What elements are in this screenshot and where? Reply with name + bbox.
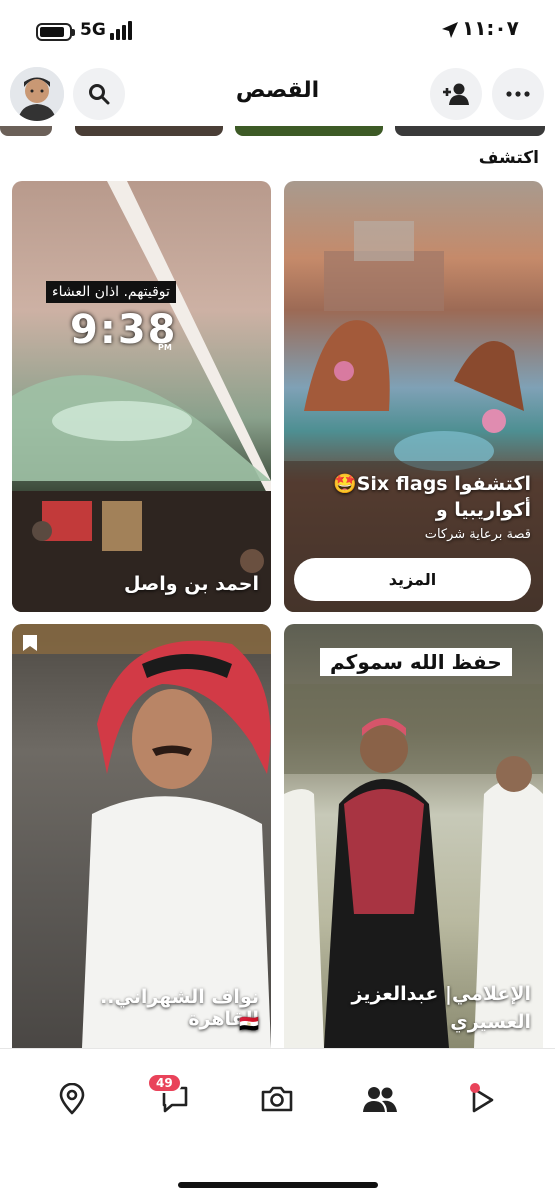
nav-friends[interactable] <box>360 1079 400 1119</box>
status-bar: 5G ١١:٠٧ <box>0 0 555 62</box>
overlay-caption-text: حفظ الله سموكم <box>320 648 512 676</box>
overlay-time-suffix: PM <box>158 343 172 352</box>
battery-icon <box>36 23 75 41</box>
story-thumb[interactable] <box>0 126 52 136</box>
status-time: ١١:٠٧ <box>462 16 519 40</box>
location-arrow-icon <box>442 22 458 38</box>
chat-badge: 49 <box>147 1073 182 1093</box>
nav-chat[interactable]: 49 <box>147 1073 195 1119</box>
story-card-six-flags[interactable]: اكتشفوا Six flags🤩 أكواريبيا و قصة برعاي… <box>284 181 543 612</box>
card-caption: احمد بن واصل <box>123 573 259 595</box>
story-thumb[interactable] <box>235 126 383 136</box>
more-icon <box>506 91 530 97</box>
camera-icon <box>261 1086 293 1112</box>
prayer-time-label: توقيتهم. اذان العشاء <box>46 281 176 303</box>
bottom-nav: 49 <box>0 1048 555 1200</box>
top-header: القصص <box>0 62 555 126</box>
nav-camera[interactable] <box>257 1079 297 1119</box>
card-headline: اكتشفوا Six flags🤩 أكواريبيا و <box>333 473 531 521</box>
flag-emoji: 🇪🇬 <box>239 1014 259 1033</box>
map-pin-icon <box>59 1083 85 1115</box>
nav-stories[interactable] <box>462 1079 502 1119</box>
add-friend-icon <box>443 83 469 105</box>
stories-strip[interactable] <box>0 126 555 138</box>
nav-map[interactable] <box>52 1079 92 1119</box>
card-caption: الإعلامي| عبدالعزيز العسيري <box>351 983 531 1033</box>
home-indicator <box>178 1182 378 1188</box>
restaurant-image <box>12 181 271 612</box>
story-thumb[interactable] <box>75 126 223 136</box>
story-card-abdulaziz[interactable]: حفظ الله سموكم الإعلامي| عبدالعزيز العسي… <box>284 624 543 1048</box>
card-sponsor-label: قصة برعاية شركات <box>424 527 531 542</box>
story-card-nawaf[interactable]: نواف الشهراني.. القاهرة 🇪🇬 <box>12 624 271 1048</box>
story-card-ahmed[interactable]: توقيتهم. اذان العشاء 9:38 PM احمد بن واص… <box>12 181 271 612</box>
network-type: 5G <box>80 20 106 40</box>
friends-icon <box>363 1087 397 1112</box>
story-thumb[interactable] <box>395 126 545 136</box>
bookmark-icon[interactable] <box>22 634 38 652</box>
person-image <box>12 624 271 1048</box>
signal-icon <box>110 20 138 40</box>
more-button[interactable] <box>492 68 544 120</box>
add-friend-button[interactable] <box>430 68 482 120</box>
theme-park-image <box>284 221 543 612</box>
play-icon <box>470 1083 494 1113</box>
more-button-cta[interactable]: المزيد <box>294 558 531 601</box>
discover-label: اكتشف <box>478 148 539 168</box>
